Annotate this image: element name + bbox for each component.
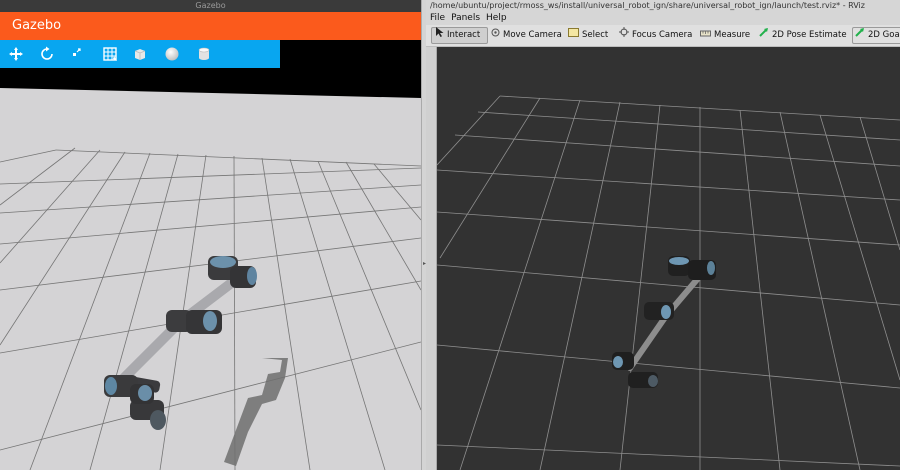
rviz-tools-toolbar: Interact Move Camera Select Focus Camera… — [426, 25, 900, 47]
ruler-icon — [700, 27, 711, 44]
gazebo-header-title: Gazebo — [12, 18, 62, 33]
rviz-3d-viewport[interactable] — [436, 47, 900, 470]
gazebo-3d-scene[interactable] — [0, 68, 421, 470]
snap-grid-icon[interactable] — [100, 44, 120, 64]
goal-pose-arrow-icon — [855, 28, 865, 43]
tool-select-button[interactable]: Select — [568, 27, 608, 44]
move-camera-icon — [491, 27, 500, 44]
rviz-title-bar: /home/ubuntu/project/rmoss_ws/install/un… — [426, 0, 900, 11]
menu-panels[interactable]: Panels — [448, 11, 483, 25]
pose-estimate-arrow-icon — [759, 27, 769, 44]
tool-2d-goal-pose-label: 2D Goal Pose — [868, 30, 900, 40]
gazebo-toolbar — [0, 40, 280, 68]
translate-icon[interactable] — [6, 44, 26, 64]
rotate-icon[interactable] — [37, 44, 57, 64]
tool-2d-pose-estimate-label: 2D Pose Estimate — [772, 30, 847, 40]
tool-focus-camera-button[interactable]: Focus Camera — [619, 27, 692, 44]
cursor-icon — [435, 27, 444, 44]
gazebo-header: Gazebo — [0, 12, 421, 40]
tool-measure-button[interactable]: Measure — [700, 27, 750, 44]
box-shape-icon[interactable] — [130, 44, 150, 64]
gazebo-window: Gazebo Gazebo — [0, 0, 421, 470]
tool-2d-goal-pose-button[interactable]: 2D Goal Pose — [852, 27, 900, 44]
tool-2d-pose-estimate-button[interactable]: 2D Pose Estimate — [759, 27, 847, 44]
sphere-shape-icon[interactable] — [162, 44, 182, 64]
tool-interact-label: Interact — [447, 30, 481, 40]
tool-interact-button[interactable]: Interact — [431, 27, 488, 44]
tool-select-label: Select — [582, 30, 609, 40]
menu-file[interactable]: File — [426, 11, 448, 25]
tool-move-camera-button[interactable]: Move Camera — [491, 27, 562, 44]
rviz-window: /home/ubuntu/project/rmoss_ws/install/un… — [426, 0, 900, 470]
focus-camera-icon — [619, 27, 629, 44]
rviz-menu-bar: File Panels Help — [426, 11, 900, 25]
rviz-left-panel-strip[interactable] — [426, 47, 437, 470]
menu-help[interactable]: Help — [483, 11, 510, 25]
tool-focus-camera-label: Focus Camera — [632, 30, 693, 40]
select-icon — [568, 27, 579, 44]
scale-icon[interactable] — [66, 44, 86, 64]
rviz-window-title: /home/ubuntu/project/rmoss_ws/install/un… — [430, 1, 865, 10]
tool-move-camera-label: Move Camera — [503, 30, 562, 40]
tool-measure-label: Measure — [714, 30, 751, 40]
gazebo-window-titlebar: Gazebo — [0, 0, 421, 12]
cylinder-shape-icon[interactable] — [194, 44, 214, 64]
gazebo-ground-plane — [0, 88, 421, 470]
